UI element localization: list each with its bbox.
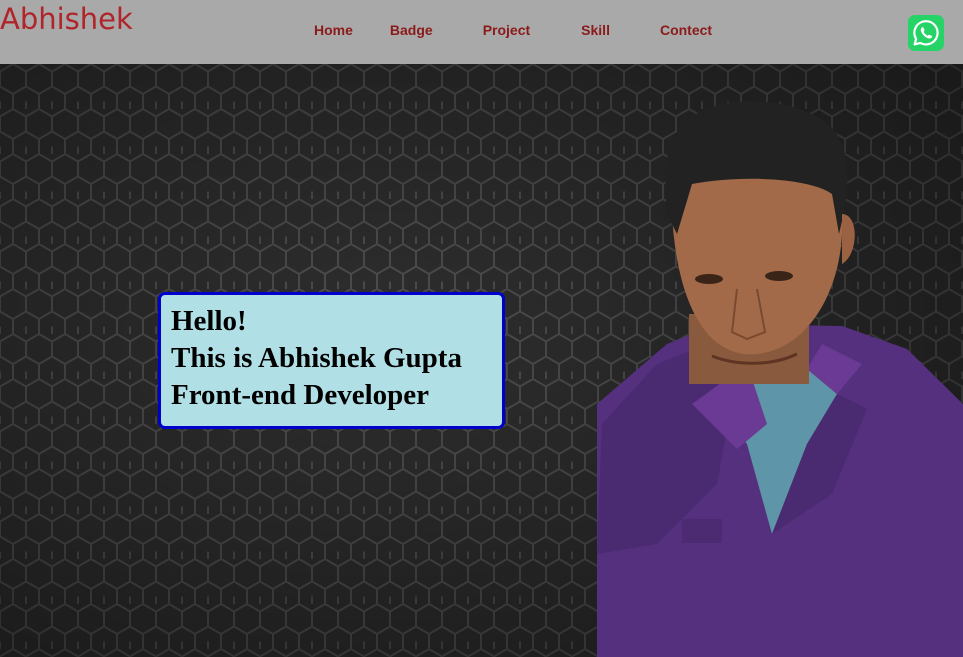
nav-project[interactable]: Project <box>483 22 530 38</box>
whatsapp-icon <box>913 20 939 46</box>
nav-contact[interactable]: Contect <box>660 22 712 38</box>
nav-skill[interactable]: Skill <box>581 22 610 38</box>
whatsapp-button[interactable] <box>908 15 944 51</box>
main-nav: Home Badge Project Skill Contect <box>314 22 712 38</box>
nav-home[interactable]: Home <box>314 22 353 38</box>
site-header: Abhishek Home Badge Project Skill Contec… <box>0 0 963 64</box>
profile-photo <box>597 101 963 657</box>
intro-greeting: Hello! <box>171 305 247 337</box>
site-logo[interactable]: Abhishek <box>0 2 133 36</box>
intro-name: This is Abhishek Gupta <box>171 342 462 374</box>
nav-badge[interactable]: Badge <box>390 22 433 38</box>
intro-role: Front-end Developer <box>171 379 429 411</box>
intro-card: Hello! This is Abhishek Gupta Front-end … <box>158 292 505 429</box>
